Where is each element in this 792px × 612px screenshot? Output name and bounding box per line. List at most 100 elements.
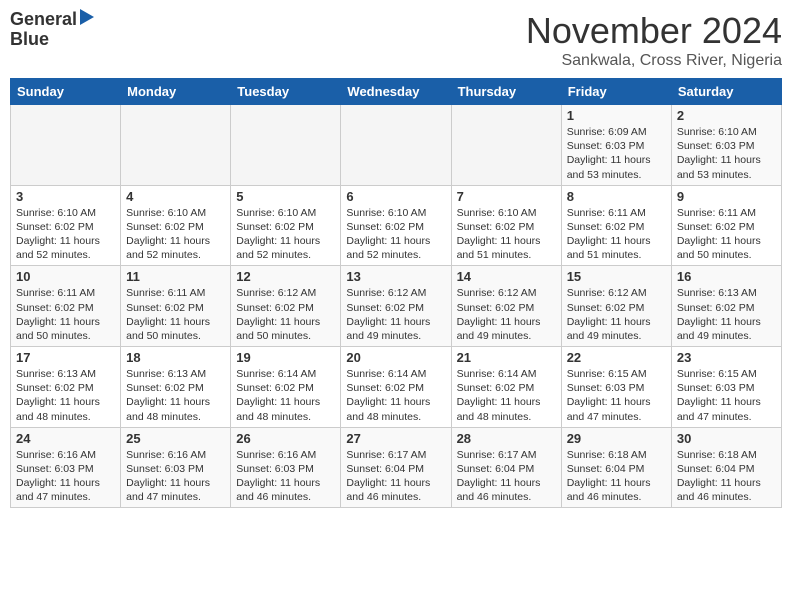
day-info: Sunrise: 6:16 AM Sunset: 6:03 PM Dayligh… [236, 448, 335, 505]
calendar-week-row: 1 Sunrise: 6:09 AM Sunset: 6:03 PM Daylig… [11, 105, 782, 186]
day-number: 2 [677, 108, 776, 123]
day-info: Sunrise: 6:12 AM Sunset: 6:02 PM Dayligh… [457, 286, 556, 343]
day-number: 27 [346, 431, 445, 446]
day-info: Sunrise: 6:14 AM Sunset: 6:02 PM Dayligh… [236, 367, 335, 424]
weekday-header-thursday: Thursday [451, 79, 561, 105]
calendar-week-row: 10 Sunrise: 6:11 AM Sunset: 6:02 PM Dayli… [11, 266, 782, 347]
day-number: 11 [126, 269, 225, 284]
calendar-body: 1 Sunrise: 6:09 AM Sunset: 6:03 PM Daylig… [11, 105, 782, 508]
calendar-cell [341, 105, 451, 186]
day-number: 4 [126, 189, 225, 204]
logo: General Blue [10, 10, 95, 50]
logo-arrow-icon [80, 9, 94, 25]
day-info: Sunrise: 6:10 AM Sunset: 6:02 PM Dayligh… [236, 206, 335, 263]
day-info: Sunrise: 6:10 AM Sunset: 6:03 PM Dayligh… [677, 125, 776, 182]
day-info: Sunrise: 6:17 AM Sunset: 6:04 PM Dayligh… [457, 448, 556, 505]
day-number: 18 [126, 350, 225, 365]
day-info: Sunrise: 6:14 AM Sunset: 6:02 PM Dayligh… [457, 367, 556, 424]
calendar-cell: 5 Sunrise: 6:10 AM Sunset: 6:02 PM Daylig… [231, 185, 341, 266]
calendar-cell: 27 Sunrise: 6:17 AM Sunset: 6:04 PM Dayli… [341, 427, 451, 508]
calendar-cell: 15Sunrise: 6:12 AM Sunset: 6:02 PM Dayli… [561, 266, 671, 347]
calendar-cell: 30 Sunrise: 6:18 AM Sunset: 6:04 PM Dayli… [671, 427, 781, 508]
calendar-cell: 8Sunrise: 6:11 AM Sunset: 6:02 PM Daylig… [561, 185, 671, 266]
day-number: 12 [236, 269, 335, 284]
weekday-header-saturday: Saturday [671, 79, 781, 105]
day-info: Sunrise: 6:12 AM Sunset: 6:02 PM Dayligh… [236, 286, 335, 343]
day-info: Sunrise: 6:10 AM Sunset: 6:02 PM Dayligh… [126, 206, 225, 263]
day-number: 3 [16, 189, 115, 204]
calendar-cell: 29Sunrise: 6:18 AM Sunset: 6:04 PM Dayli… [561, 427, 671, 508]
day-info: Sunrise: 6:09 AM Sunset: 6:03 PM Dayligh… [567, 125, 666, 182]
day-number: 16 [677, 269, 776, 284]
calendar-week-row: 3 Sunrise: 6:10 AM Sunset: 6:02 PM Daylig… [11, 185, 782, 266]
calendar-cell: 11 Sunrise: 6:11 AM Sunset: 6:02 PM Dayli… [121, 266, 231, 347]
day-number: 8 [567, 189, 666, 204]
day-number: 13 [346, 269, 445, 284]
day-number: 25 [126, 431, 225, 446]
calendar-cell: 4 Sunrise: 6:10 AM Sunset: 6:02 PM Daylig… [121, 185, 231, 266]
day-info: Sunrise: 6:10 AM Sunset: 6:02 PM Dayligh… [16, 206, 115, 263]
day-info: Sunrise: 6:16 AM Sunset: 6:03 PM Dayligh… [16, 448, 115, 505]
day-info: Sunrise: 6:18 AM Sunset: 6:04 PM Dayligh… [677, 448, 776, 505]
calendar-cell: 22 Sunrise: 6:15 AM Sunset: 6:03 PM Dayli… [561, 347, 671, 428]
calendar-week-row: 17 Sunrise: 6:13 AM Sunset: 6:02 PM Dayli… [11, 347, 782, 428]
day-number: 26 [236, 431, 335, 446]
day-number: 23 [677, 350, 776, 365]
day-info: Sunrise: 6:11 AM Sunset: 6:02 PM Dayligh… [677, 206, 776, 263]
day-info: Sunrise: 6:11 AM Sunset: 6:02 PM Dayligh… [126, 286, 225, 343]
day-info: Sunrise: 6:17 AM Sunset: 6:04 PM Dayligh… [346, 448, 445, 505]
day-number: 6 [346, 189, 445, 204]
day-info: Sunrise: 6:13 AM Sunset: 6:02 PM Dayligh… [16, 367, 115, 424]
day-number: 21 [457, 350, 556, 365]
calendar-cell: 10 Sunrise: 6:11 AM Sunset: 6:02 PM Dayli… [11, 266, 121, 347]
calendar-cell: 9 Sunrise: 6:11 AM Sunset: 6:02 PM Daylig… [671, 185, 781, 266]
day-info: Sunrise: 6:11 AM Sunset: 6:02 PM Dayligh… [16, 286, 115, 343]
calendar-cell: 19 Sunrise: 6:14 AM Sunset: 6:02 PM Dayli… [231, 347, 341, 428]
calendar-cell: 24 Sunrise: 6:16 AM Sunset: 6:03 PM Dayli… [11, 427, 121, 508]
calendar-cell: 17 Sunrise: 6:13 AM Sunset: 6:02 PM Dayli… [11, 347, 121, 428]
day-number: 30 [677, 431, 776, 446]
day-number: 9 [677, 189, 776, 204]
day-number: 7 [457, 189, 556, 204]
day-info: Sunrise: 6:16 AM Sunset: 6:03 PM Dayligh… [126, 448, 225, 505]
day-info: Sunrise: 6:12 AM Sunset: 6:02 PM Dayligh… [346, 286, 445, 343]
logo-text-general: General [10, 10, 77, 30]
weekday-header-tuesday: Tuesday [231, 79, 341, 105]
calendar-cell: 25 Sunrise: 6:16 AM Sunset: 6:03 PM Dayli… [121, 427, 231, 508]
weekday-header-monday: Monday [121, 79, 231, 105]
calendar-cell [451, 105, 561, 186]
calendar-cell: 28 Sunrise: 6:17 AM Sunset: 6:04 PM Dayli… [451, 427, 561, 508]
day-info: Sunrise: 6:10 AM Sunset: 6:02 PM Dayligh… [457, 206, 556, 263]
day-number: 20 [346, 350, 445, 365]
calendar-cell: 12 Sunrise: 6:12 AM Sunset: 6:02 PM Dayli… [231, 266, 341, 347]
day-info: Sunrise: 6:13 AM Sunset: 6:02 PM Dayligh… [677, 286, 776, 343]
calendar-week-row: 24 Sunrise: 6:16 AM Sunset: 6:03 PM Dayli… [11, 427, 782, 508]
day-info: Sunrise: 6:13 AM Sunset: 6:02 PM Dayligh… [126, 367, 225, 424]
day-number: 17 [16, 350, 115, 365]
day-number: 28 [457, 431, 556, 446]
weekday-header-row: SundayMondayTuesdayWednesdayThursdayFrid… [11, 79, 782, 105]
logo-text-blue: Blue [10, 30, 49, 50]
calendar-cell [11, 105, 121, 186]
title-area: November 2024 Sankwala, Cross River, Nig… [526, 10, 782, 70]
day-number: 22 [567, 350, 666, 365]
day-info: Sunrise: 6:14 AM Sunset: 6:02 PM Dayligh… [346, 367, 445, 424]
calendar-cell: 6Sunrise: 6:10 AM Sunset: 6:02 PM Daylig… [341, 185, 451, 266]
calendar-cell: 14 Sunrise: 6:12 AM Sunset: 6:02 PM Dayli… [451, 266, 561, 347]
day-number: 5 [236, 189, 335, 204]
page-title: November 2024 [526, 10, 782, 52]
calendar-cell: 23Sunrise: 6:15 AM Sunset: 6:03 PM Dayli… [671, 347, 781, 428]
calendar-cell: 18 Sunrise: 6:13 AM Sunset: 6:02 PM Dayli… [121, 347, 231, 428]
day-number: 10 [16, 269, 115, 284]
calendar-cell: 7 Sunrise: 6:10 AM Sunset: 6:02 PM Daylig… [451, 185, 561, 266]
day-number: 29 [567, 431, 666, 446]
day-number: 14 [457, 269, 556, 284]
day-number: 1 [567, 108, 666, 123]
weekday-header-friday: Friday [561, 79, 671, 105]
day-number: 24 [16, 431, 115, 446]
day-number: 15 [567, 269, 666, 284]
calendar-cell: 16 Sunrise: 6:13 AM Sunset: 6:02 PM Dayli… [671, 266, 781, 347]
calendar-cell: 3 Sunrise: 6:10 AM Sunset: 6:02 PM Daylig… [11, 185, 121, 266]
day-info: Sunrise: 6:15 AM Sunset: 6:03 PM Dayligh… [567, 367, 666, 424]
day-number: 19 [236, 350, 335, 365]
